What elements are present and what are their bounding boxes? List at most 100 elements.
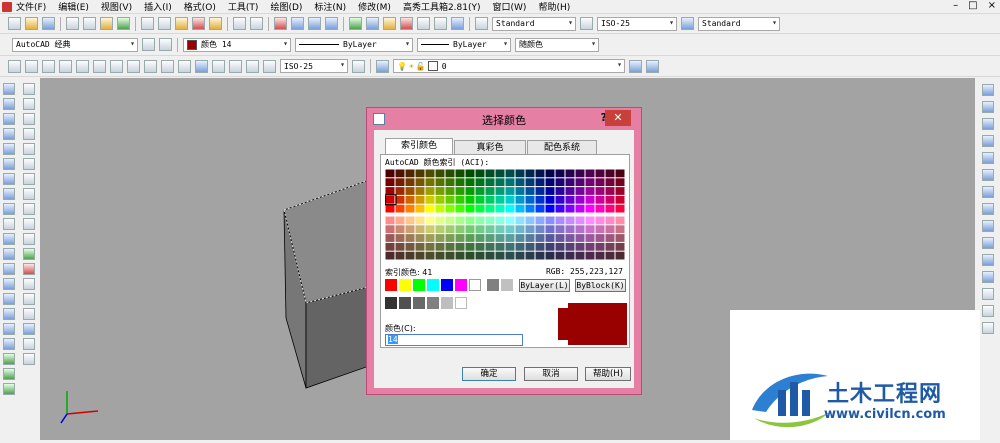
ellipse-icon[interactable] (23, 218, 35, 230)
text-style-select[interactable]: Standard (492, 16, 576, 31)
aci-bottom-swatch[interactable] (605, 251, 615, 260)
aci-bottom-swatch[interactable] (585, 225, 595, 234)
aci-top-swatch[interactable] (615, 195, 625, 204)
aci-top-swatch[interactable] (555, 204, 565, 213)
aci-bottom-swatch[interactable] (425, 251, 435, 260)
aci-bottom-swatch[interactable] (505, 242, 515, 251)
region-icon[interactable] (23, 323, 35, 335)
menu-modify[interactable]: 修改(M) (358, 0, 391, 13)
aci-top-swatch[interactable] (565, 195, 575, 204)
aci-top-swatch[interactable] (585, 169, 595, 178)
linetype-select[interactable]: ByLayer (295, 37, 413, 52)
view-ne-iso-icon[interactable] (982, 220, 994, 232)
aci-bottom-swatch[interactable] (525, 251, 535, 260)
aci-bottom-swatch[interactable] (595, 234, 605, 242)
3d-move-icon[interactable] (3, 353, 15, 365)
multiline-text-icon[interactable] (23, 353, 35, 365)
aci-bottom-swatch[interactable] (385, 242, 395, 251)
grey-ramp-251[interactable] (399, 297, 411, 309)
lineweight-select[interactable]: ByLayer (417, 37, 511, 52)
aci-top-swatch[interactable] (475, 204, 485, 213)
aci-bottom-swatch[interactable] (565, 242, 575, 251)
aci-bottom-swatch[interactable] (415, 251, 425, 260)
menu-gaoxiu-toolbox[interactable]: 高秀工具箱2.81(Y) (403, 0, 481, 13)
aci-top-swatch[interactable] (385, 195, 395, 204)
zoom-realtime-icon[interactable] (291, 17, 304, 30)
aci-top-swatch[interactable] (565, 187, 575, 195)
aci-bottom-swatch[interactable] (505, 251, 515, 260)
aci-bottom-swatch[interactable] (545, 242, 555, 251)
workspace-select[interactable]: AutoCAD 经典 (12, 37, 138, 52)
dim-text-edit-icon[interactable] (246, 59, 259, 73)
plotstyle-select[interactable]: 随颜色 (515, 37, 599, 52)
aci-bottom-swatch[interactable] (575, 242, 585, 251)
aci-top-swatch[interactable] (525, 187, 535, 195)
ok-button[interactable]: 确定 (462, 367, 516, 381)
aci-bottom-swatch[interactable] (475, 216, 485, 225)
print-preview-icon[interactable] (83, 17, 96, 30)
aci-bottom-swatch[interactable] (405, 216, 415, 225)
aci-bottom-swatch[interactable] (605, 225, 615, 234)
aci-bottom-swatch[interactable] (495, 225, 505, 234)
aci-bottom-swatch[interactable] (505, 234, 515, 242)
ellipse-arc-icon[interactable] (23, 233, 35, 245)
aci-bottom-swatch[interactable] (425, 242, 435, 251)
aci-top-swatch[interactable] (385, 178, 395, 187)
torus-icon[interactable] (3, 173, 15, 185)
help-button[interactable]: 帮助(H) (585, 367, 631, 381)
aci-top-swatch[interactable] (385, 187, 395, 195)
aci-bottom-swatch[interactable] (605, 216, 615, 225)
aci-top-swatch[interactable] (455, 169, 465, 178)
aci-top-swatch[interactable] (405, 187, 415, 195)
aci-top-swatch[interactable] (395, 187, 405, 195)
aci-bottom-swatch[interactable] (485, 242, 495, 251)
aci-bottom-swatch[interactable] (395, 234, 405, 242)
aci-bottom-swatch[interactable] (555, 225, 565, 234)
aci-top-swatch[interactable] (505, 187, 515, 195)
angular-icon[interactable] (127, 59, 140, 73)
aci-top-swatch[interactable] (525, 178, 535, 187)
aci-bottom-swatch[interactable] (545, 225, 555, 234)
aci-top-swatch[interactable] (605, 178, 615, 187)
aci-bottom-swatch[interactable] (535, 251, 545, 260)
subtract-icon[interactable] (3, 323, 15, 335)
std-color-magenta[interactable] (455, 279, 467, 291)
diameter-icon[interactable] (110, 59, 123, 73)
aci-top-swatch[interactable] (515, 178, 525, 187)
baseline-icon[interactable] (161, 59, 174, 73)
quick-dim-icon[interactable] (144, 59, 157, 73)
aci-top-swatch[interactable] (545, 169, 555, 178)
camera-icon[interactable] (982, 305, 994, 317)
aci-top-swatch[interactable] (535, 187, 545, 195)
view-top-icon[interactable] (982, 84, 994, 96)
zoom-previous-icon[interactable] (325, 17, 338, 30)
aci-top-swatch[interactable] (475, 187, 485, 195)
tab-index-color[interactable]: 索引颜色 (385, 138, 453, 154)
aci-top-swatch[interactable] (585, 204, 595, 213)
aci-top-swatch[interactable] (495, 204, 505, 213)
aci-top-swatch[interactable] (425, 178, 435, 187)
aci-top-swatch[interactable] (575, 187, 585, 195)
aci-top-swatch[interactable] (615, 169, 625, 178)
match-properties-icon[interactable] (192, 17, 205, 30)
help-icon[interactable] (451, 17, 464, 30)
aci-top-swatch[interactable] (445, 195, 455, 204)
menu-help[interactable]: 帮助(H) (538, 0, 570, 13)
aci-bottom-swatch[interactable] (485, 251, 495, 260)
aci-bottom-swatch[interactable] (595, 216, 605, 225)
aci-top-swatch[interactable] (535, 178, 545, 187)
planar-surface-icon[interactable] (3, 218, 15, 230)
menu-draw[interactable]: 绘图(D) (270, 0, 302, 13)
aci-bottom-swatch[interactable] (525, 242, 535, 251)
aci-palette-top[interactable] (385, 169, 627, 214)
aci-top-swatch[interactable] (455, 204, 465, 213)
aci-top-swatch[interactable] (465, 195, 475, 204)
aci-top-swatch[interactable] (575, 204, 585, 213)
hatch-icon[interactable] (23, 293, 35, 305)
aci-bottom-swatch[interactable] (475, 234, 485, 242)
dim-edit-icon[interactable] (229, 59, 242, 73)
aci-bottom-swatch[interactable] (435, 216, 445, 225)
aci-bottom-swatch[interactable] (445, 216, 455, 225)
aci-bottom-swatch[interactable] (395, 216, 405, 225)
aci-bottom-swatch[interactable] (425, 234, 435, 242)
